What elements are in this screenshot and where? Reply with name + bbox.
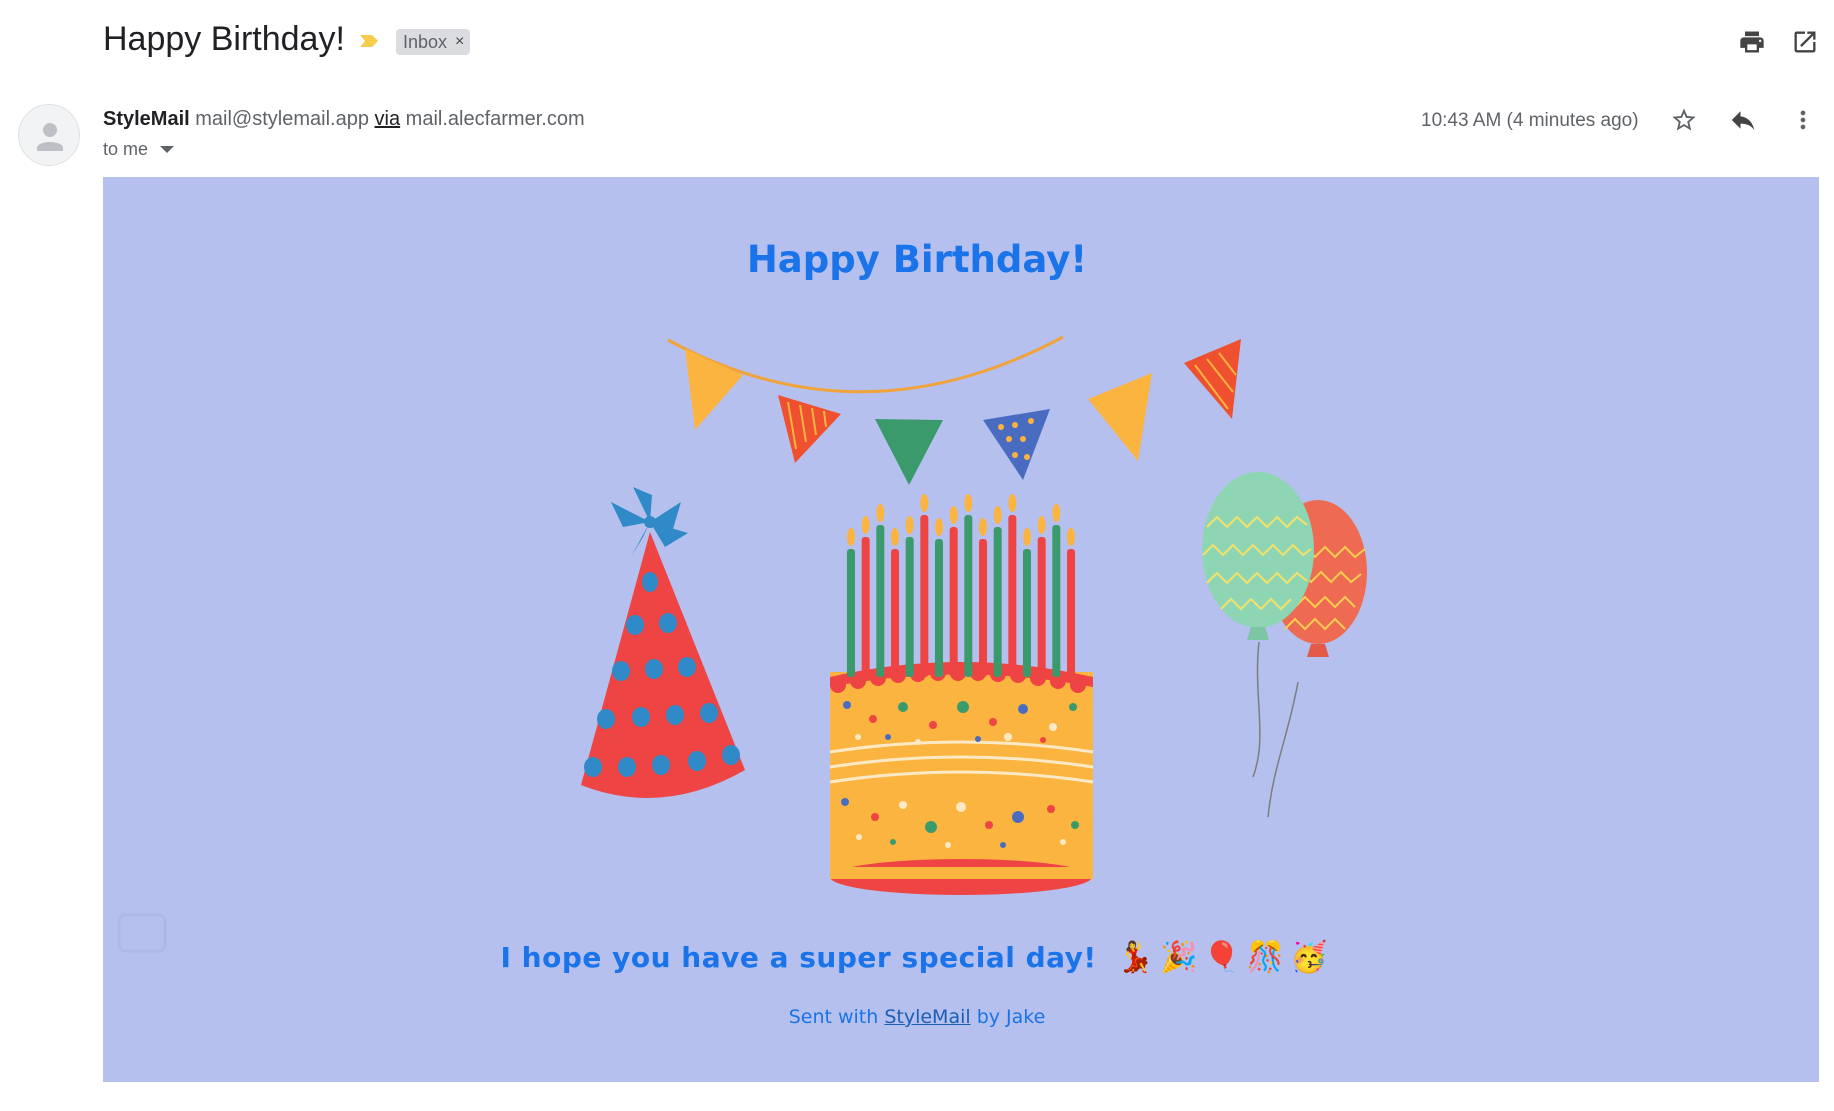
candle <box>847 549 855 677</box>
candle-flame <box>847 528 855 546</box>
candle <box>1037 537 1046 677</box>
candle-flame <box>1008 494 1017 512</box>
sender-email: mail@stylemail.app <box>195 108 369 130</box>
candle-flame <box>1023 528 1031 546</box>
recipient-details-toggle[interactable]: to me <box>103 139 175 160</box>
remove-label-button[interactable]: × <box>455 33 464 51</box>
candle <box>935 539 943 677</box>
candle-flame <box>861 516 870 534</box>
sent-prefix: Sent with <box>788 1006 879 1028</box>
candle <box>876 525 885 677</box>
candle <box>1052 525 1061 677</box>
candle <box>920 515 929 677</box>
candle-flame <box>876 504 885 522</box>
candle <box>1067 549 1075 677</box>
via-link[interactable]: via <box>375 108 401 130</box>
open-new-window-icon[interactable] <box>1788 25 1822 59</box>
inbox-label-chip: Inbox × <box>396 29 471 55</box>
default-avatar-icon <box>37 123 63 151</box>
birthday-message-row: I hope you have a super special day! 💃🎉🎈… <box>0 940 1834 975</box>
reply-icon[interactable] <box>1725 102 1761 138</box>
birthday-cake <box>829 662 1094 895</box>
candle <box>979 539 987 677</box>
birthday-message: I hope you have a super special day! <box>500 941 1097 974</box>
candle <box>891 549 899 677</box>
candle-flame <box>993 506 1002 524</box>
party-hat <box>581 487 745 798</box>
more-vert-icon[interactable] <box>1785 102 1821 138</box>
chevron-down-icon <box>160 146 175 153</box>
candle <box>964 515 973 677</box>
label-text: Inbox <box>403 31 448 52</box>
candle <box>905 537 914 677</box>
sent-suffix: by Jake <box>976 1006 1046 1028</box>
email-subject: Happy Birthday! <box>103 20 345 58</box>
candle-flame <box>920 494 929 512</box>
balloons <box>1202 472 1367 818</box>
candle <box>993 527 1002 677</box>
bunting-banner <box>667 335 1241 485</box>
candle-flame <box>935 518 943 536</box>
to-me-label: to me <box>103 139 149 159</box>
sent-with-footer: Sent with StyleMail by Jake <box>0 1006 1834 1028</box>
candle-flame <box>891 528 899 546</box>
candle <box>1023 549 1031 677</box>
candle-flame <box>1037 516 1046 534</box>
star-icon[interactable] <box>1666 102 1702 138</box>
via-domain: mail.alecfarmer.com <box>405 108 585 130</box>
birthday-illustration <box>581 335 1367 895</box>
stylemail-link[interactable]: StyleMail <box>884 1006 970 1028</box>
cake-candles <box>847 494 1075 677</box>
message-time: 10:43 AM (4 minutes ago) <box>1421 110 1639 131</box>
importance-marker-icon[interactable] <box>358 30 380 52</box>
sender-name[interactable]: StyleMail <box>103 108 190 130</box>
candle <box>1008 515 1017 677</box>
avatar <box>18 104 80 166</box>
print-icon[interactable] <box>1735 25 1769 59</box>
candle-flame <box>1067 528 1075 546</box>
candle-flame <box>1052 504 1061 522</box>
celebration-emojis: 💃🎉🎈🎊🥳 <box>1116 941 1334 974</box>
candle-flame <box>949 506 958 524</box>
candle <box>949 527 958 677</box>
candle-flame <box>905 516 914 534</box>
candle <box>861 537 870 677</box>
candle-flame <box>979 518 987 536</box>
sender-line: StyleMail mail@stylemail.app via mail.al… <box>103 108 585 131</box>
candle-flame <box>964 494 973 512</box>
